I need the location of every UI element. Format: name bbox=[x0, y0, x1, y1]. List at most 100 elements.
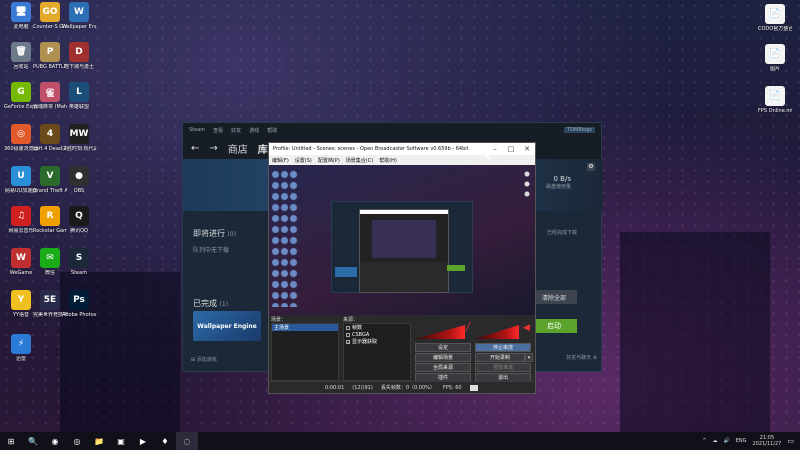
desktop-icon[interactable]: L 英雄联盟 bbox=[62, 82, 96, 110]
source-item[interactable]: CSBGA bbox=[344, 331, 410, 338]
maximize-icon[interactable]: □ bbox=[503, 145, 519, 153]
obs-menu-bar: 编辑(F) 设置(S) 配置档(P) 场景集合(C) 帮助(H) bbox=[269, 155, 535, 165]
obs-menu-item[interactable]: 设置(S) bbox=[295, 157, 312, 164]
launch-button[interactable]: 启动 bbox=[531, 319, 577, 333]
desktop-icon[interactable]: D 地下城与勇士 bbox=[62, 42, 96, 70]
desktop-icon[interactable]: W Wallpaper Engine: ... bbox=[62, 2, 96, 30]
desktop-icon[interactable]: Ps Adobe Photosh... bbox=[62, 290, 96, 318]
steam-menu-item[interactable]: 查看 bbox=[213, 127, 223, 134]
wallpaper-engine-thumbnail[interactable]: Wallpaper Engine bbox=[193, 311, 261, 341]
obs-status-bar: 0:00:01 (12)(91) 丢失帧数：0（0.00%） FPS: 60 bbox=[269, 381, 535, 393]
desktop-icon-label: CODO官方整合包 bbox=[758, 26, 792, 32]
desktop-icon[interactable]: S Steam bbox=[62, 248, 96, 276]
nav-store[interactable]: 商店 bbox=[228, 141, 248, 156]
app-icon: W bbox=[69, 2, 89, 22]
app-icon: G bbox=[11, 82, 31, 102]
desktop-icon-label: 迅雷 bbox=[15, 356, 26, 362]
preview-thumb bbox=[335, 267, 357, 277]
start-icon[interactable]: ⊞ bbox=[0, 432, 22, 450]
side-status: 已经完成下载 bbox=[546, 230, 577, 236]
mic-audio-meter: ◀ bbox=[475, 323, 533, 339]
obs-menu-item[interactable]: 场景集合(C) bbox=[346, 157, 373, 164]
desktop-icon[interactable]: ● OBS bbox=[62, 166, 96, 194]
obs-menu-item[interactable]: 帮助(H) bbox=[379, 157, 397, 164]
desktop-audio-meter: ╱ bbox=[415, 323, 473, 339]
tray-overflow-icon[interactable]: ^ bbox=[702, 438, 706, 444]
source-checkbox[interactable] bbox=[346, 325, 350, 330]
app-icon: V bbox=[40, 166, 60, 186]
desktop-icon[interactable]: MW 决胜时刻:现代战争 bbox=[62, 124, 96, 152]
desktop-file-icon[interactable]: 📄 CODO官方整合包 bbox=[758, 4, 792, 32]
app-icon: ♫ bbox=[11, 206, 31, 226]
edge-icon[interactable]: ◎ bbox=[66, 432, 88, 450]
file-explorer-icon[interactable]: 📁 bbox=[88, 432, 110, 450]
global-sources-button[interactable]: 全局来源 bbox=[415, 363, 471, 372]
completed-count: (1) bbox=[219, 301, 229, 308]
store-icon[interactable]: ▣ bbox=[110, 432, 132, 450]
source-item[interactable]: 帧数 bbox=[344, 324, 410, 331]
add-game-button[interactable]: ⊞ 添加游戏 bbox=[191, 356, 217, 363]
friends-chat-button[interactable]: 好友与聊天 ⊕ bbox=[566, 354, 597, 361]
stop-stream-button[interactable]: 停止串流 bbox=[475, 343, 531, 352]
obs-menu-item[interactable]: 配置档(P) bbox=[318, 157, 340, 164]
speaker-icon[interactable]: ◀ bbox=[523, 323, 530, 333]
close-icon[interactable]: ✕ bbox=[519, 145, 535, 153]
steam-menu-item[interactable]: Steam bbox=[189, 127, 205, 133]
source-name: 显示器获取 bbox=[352, 339, 378, 345]
app-icon: R bbox=[40, 206, 60, 226]
sources-list[interactable]: 帧数 CSBGA ✓ 显示器获取 bbox=[343, 323, 411, 381]
search-icon[interactable]: 🔍 bbox=[22, 432, 44, 450]
nav-library[interactable]: 库 bbox=[258, 141, 268, 156]
chrome-icon[interactable]: ◉ bbox=[44, 432, 66, 450]
clock-date: 2021/11/27 bbox=[752, 441, 782, 447]
wallpaper-building bbox=[620, 232, 770, 432]
edit-scene-button[interactable]: 编辑场景 bbox=[415, 353, 471, 362]
clock[interactable]: 21:05 2021/11/27 bbox=[753, 435, 782, 447]
obs-icon[interactable]: ◌ bbox=[176, 432, 198, 450]
obs-menu-item[interactable]: 编辑(F) bbox=[272, 157, 289, 164]
start-record-button[interactable]: 开始录制 bbox=[475, 353, 525, 362]
obs-preview bbox=[269, 165, 535, 315]
document-icon: 📄 bbox=[765, 86, 785, 106]
dropped-stat: (12)(91) bbox=[352, 384, 373, 391]
desktop-file-icon[interactable]: 📄 图片 bbox=[758, 44, 792, 72]
notification-icon[interactable]: ▭ bbox=[787, 437, 794, 445]
obs-docks: 场景： 主场景 来源： 帧数 CSBGA ✓ 显示器获取 ╱ ◀ 设定 停止串流 编辑… bbox=[269, 315, 535, 383]
upcoming-heading: 即将进行 bbox=[193, 229, 225, 238]
settings-gear-icon[interactable]: ⚙ bbox=[587, 163, 595, 171]
dropped-frames: 丢失帧数：0（0.00%） bbox=[380, 385, 435, 391]
steam-menu-item[interactable]: 好友 bbox=[231, 127, 241, 134]
desktop-icon[interactable]: Q 腾讯QQ bbox=[62, 206, 96, 234]
steam-icon[interactable]: ♦ bbox=[154, 432, 176, 450]
source-checkbox[interactable] bbox=[346, 332, 350, 337]
desktop-icon-label: 腾讯QQ bbox=[70, 228, 88, 234]
account-name[interactable]: TOMBlogs bbox=[564, 127, 595, 133]
scenes-list[interactable]: 主场景 bbox=[271, 323, 339, 381]
back-icon[interactable]: ← bbox=[191, 143, 199, 154]
remove-all-button[interactable]: 清除全部 bbox=[531, 290, 577, 304]
volume-slider[interactable]: ╱ bbox=[465, 323, 471, 337]
network-icon[interactable]: ☁ bbox=[713, 438, 718, 444]
preview-icons bbox=[271, 169, 299, 307]
app-icon: W bbox=[11, 248, 31, 268]
media-player-icon[interactable]: ▶ bbox=[132, 432, 154, 450]
desktop-icon[interactable]: ⚡ 迅雷 bbox=[4, 334, 38, 362]
preview-stream-button[interactable]: 预览串流 bbox=[475, 363, 531, 372]
desktop-file-icon[interactable]: 📄 FPS Online.mtx bbox=[758, 86, 792, 114]
app-icon: ◎ bbox=[11, 124, 31, 144]
obs-title: Profile: Untitled - Scenes: scenes - Ope… bbox=[273, 146, 469, 152]
obs-window[interactable]: Profile: Untitled - Scenes: scenes - Ope… bbox=[268, 142, 536, 394]
record-dropdown-icon[interactable]: ▾ bbox=[525, 353, 533, 362]
language-indicator[interactable]: ENG bbox=[736, 438, 747, 444]
app-icon: 🗑 bbox=[11, 42, 31, 62]
steam-menu-item[interactable]: 游戏 bbox=[249, 127, 259, 134]
source-item[interactable]: ✓ 显示器获取 bbox=[344, 338, 410, 345]
settings-button[interactable]: 设定 bbox=[415, 343, 471, 352]
scene-item[interactable]: 主场景 bbox=[272, 324, 338, 331]
steam-menu-item[interactable]: 帮助 bbox=[267, 127, 277, 134]
volume-icon[interactable]: 🔊 bbox=[724, 438, 730, 444]
app-icon: 5E bbox=[40, 290, 60, 310]
source-checkbox[interactable]: ✓ bbox=[346, 339, 350, 344]
forward-icon[interactable]: → bbox=[209, 143, 217, 154]
app-icon: GO bbox=[40, 2, 60, 22]
